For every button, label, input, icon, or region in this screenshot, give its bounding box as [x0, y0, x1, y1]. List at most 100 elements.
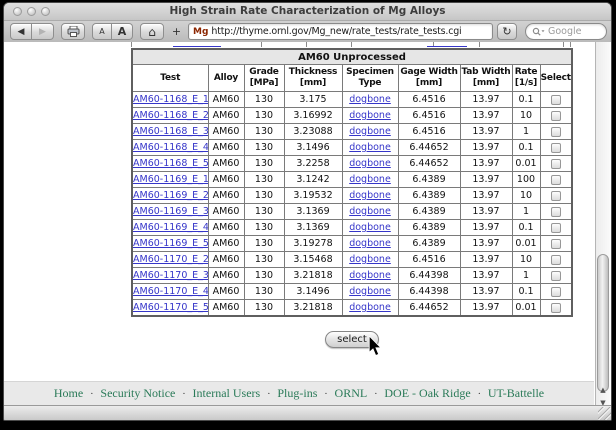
specimen-type-link[interactable]: dogbone — [349, 206, 391, 217]
footer-link-ut-battelle[interactable]: UT-Battelle — [488, 386, 544, 400]
test-link[interactable]: AM60-1169_E_4 — [133, 222, 208, 233]
specimen-type-link[interactable]: dogbone — [349, 302, 391, 313]
cell-select — [540, 220, 572, 236]
cell-tab_width: 13.97 — [460, 140, 512, 156]
select-checkbox[interactable] — [551, 191, 561, 201]
select-checkbox[interactable] — [551, 175, 561, 185]
footer-link-ornl[interactable]: ORNL — [335, 386, 368, 400]
back-icon: ◀ — [18, 27, 25, 37]
test-link[interactable]: AM60-1169_E_2 — [133, 190, 208, 201]
test-link[interactable]: AM60-1168_E_2 — [133, 110, 208, 121]
select-checkbox[interactable] — [551, 239, 561, 249]
select-checkbox[interactable] — [551, 127, 561, 137]
specimen-type-link[interactable]: dogbone — [349, 286, 391, 297]
search-input[interactable]: Google — [525, 23, 607, 40]
test-link[interactable]: AM60-1170_E_2 — [133, 254, 208, 265]
specimen-type-link[interactable]: dogbone — [349, 142, 391, 153]
test-link[interactable]: AM60-1170_E_5 — [133, 302, 208, 313]
cell-specimen: dogbone — [342, 252, 398, 268]
select-checkbox[interactable] — [551, 287, 561, 297]
print-button[interactable] — [61, 23, 85, 40]
footer-link-plug-ins[interactable]: Plug-ins — [277, 386, 317, 400]
specimen-type-link[interactable]: dogbone — [349, 158, 391, 169]
footer-link-security-notice[interactable]: Security Notice — [100, 386, 175, 400]
back-button[interactable]: ◀ — [10, 23, 32, 40]
zoom-window-button[interactable] — [41, 7, 50, 16]
cell-alloy: AM60 — [208, 252, 244, 268]
cell-thickness: 3.15468 — [284, 252, 342, 268]
select-checkbox[interactable] — [551, 95, 561, 105]
cell-test: AM60-1169_E_5 — [132, 236, 208, 252]
resize-grip[interactable] — [598, 407, 611, 420]
select-checkbox[interactable] — [551, 159, 561, 169]
table-row: AM60-1168_E_2AM601303.16992dogbone6.4516… — [132, 108, 572, 124]
cell-select — [540, 140, 572, 156]
browser-toolbar: ◀ ▶ A A ⌂ + — [4, 21, 611, 44]
specimen-type-link[interactable]: dogbone — [349, 254, 391, 265]
select-checkbox[interactable] — [551, 111, 561, 121]
cell-grade: 130 — [244, 284, 284, 300]
select-checkbox[interactable] — [551, 255, 561, 265]
test-link[interactable]: AM60-1168_E_5 — [133, 158, 208, 169]
specimen-type-link[interactable]: dogbone — [349, 174, 391, 185]
cell-test: AM60-1170_E_5 — [132, 300, 208, 317]
scroll-up-button[interactable]: ▲ — [596, 384, 610, 397]
test-link[interactable]: AM60-1168_E_4 — [133, 142, 208, 153]
close-window-button[interactable] — [13, 7, 22, 16]
decrease-font-button[interactable]: A — [92, 23, 112, 40]
reload-button[interactable]: ↻ — [497, 23, 517, 40]
select-checkbox[interactable] — [551, 143, 561, 153]
test-link[interactable]: AM60-1170_E_4 — [133, 286, 208, 297]
specimen-type-link[interactable]: dogbone — [349, 110, 391, 121]
increase-font-button[interactable]: A — [112, 23, 133, 40]
select-checkbox[interactable] — [551, 303, 561, 313]
cell-select — [540, 124, 572, 140]
minimize-window-button[interactable] — [27, 7, 36, 16]
browser-window: High Strain Rate Characterization of Mg … — [3, 2, 612, 421]
cell-tab_width: 13.97 — [460, 92, 512, 108]
footer-link-doe-oak-ridge[interactable]: DOE - Oak Ridge — [384, 386, 470, 400]
specimen-type-link[interactable]: dogbone — [349, 126, 391, 137]
select-checkbox[interactable] — [551, 207, 561, 217]
select-checkbox[interactable] — [551, 271, 561, 281]
address-bar[interactable]: Mg http://thyme.ornl.gov/Mg_new/rate_tes… — [188, 23, 493, 40]
forward-button[interactable]: ▶ — [32, 23, 54, 40]
home-button[interactable]: ⌂ — [140, 23, 164, 40]
test-link[interactable]: AM60-1168_E_3 — [133, 126, 208, 137]
footer-link-home[interactable]: Home — [54, 386, 83, 400]
test-link[interactable]: AM60-1169_E_3 — [133, 206, 208, 217]
cell-alloy: AM60 — [208, 204, 244, 220]
scroll-up-icon: ▲ — [600, 386, 605, 394]
cell-gage_width: 6.4389 — [398, 188, 460, 204]
test-link[interactable]: AM60-1168_E_1 — [133, 94, 208, 105]
cell-test: AM60-1170_E_4 — [132, 284, 208, 300]
vertical-scrollbar[interactable]: ▲ ▼ — [595, 42, 610, 410]
cell-rate: 0.1 — [512, 284, 540, 300]
cell-tab_width: 13.97 — [460, 172, 512, 188]
new-tab-button[interactable]: + — [168, 23, 185, 40]
test-link[interactable]: AM60-1169_E_5 — [133, 238, 208, 249]
test-link[interactable]: AM60-1170_E_3 — [133, 270, 208, 281]
column-header-thickness: Thickness[mm] — [284, 65, 342, 92]
specimen-type-link[interactable]: dogbone — [349, 238, 391, 249]
cell-specimen: dogbone — [342, 140, 398, 156]
footer-link-internal-users[interactable]: Internal Users — [193, 386, 261, 400]
select-checkbox[interactable] — [551, 223, 561, 233]
cell-alloy: AM60 — [208, 300, 244, 317]
table-body: AM60-1168_E_1AM601303.175dogbone6.451613… — [132, 92, 572, 317]
cell-test: AM60-1168_E_5 — [132, 156, 208, 172]
test-link[interactable]: AM60-1169_E_1 — [133, 174, 208, 185]
cell-test: AM60-1168_E_2 — [132, 108, 208, 124]
specimen-type-link[interactable]: dogbone — [349, 222, 391, 233]
cell-gage_width: 6.44652 — [398, 156, 460, 172]
column-header-grade: Grade[MPa] — [244, 65, 284, 92]
cell-rate: 0.01 — [512, 156, 540, 172]
table-row: AM60-1169_E_2AM601303.19532dogbone6.4389… — [132, 188, 572, 204]
cell-thickness: 3.16992 — [284, 108, 342, 124]
cell-test: AM60-1168_E_1 — [132, 92, 208, 108]
specimen-type-link[interactable]: dogbone — [349, 190, 391, 201]
scrollbar-thumb[interactable] — [597, 254, 609, 392]
specimen-type-link[interactable]: dogbone — [349, 94, 391, 105]
specimen-type-link[interactable]: dogbone — [349, 270, 391, 281]
clipped-link — [173, 42, 221, 47]
